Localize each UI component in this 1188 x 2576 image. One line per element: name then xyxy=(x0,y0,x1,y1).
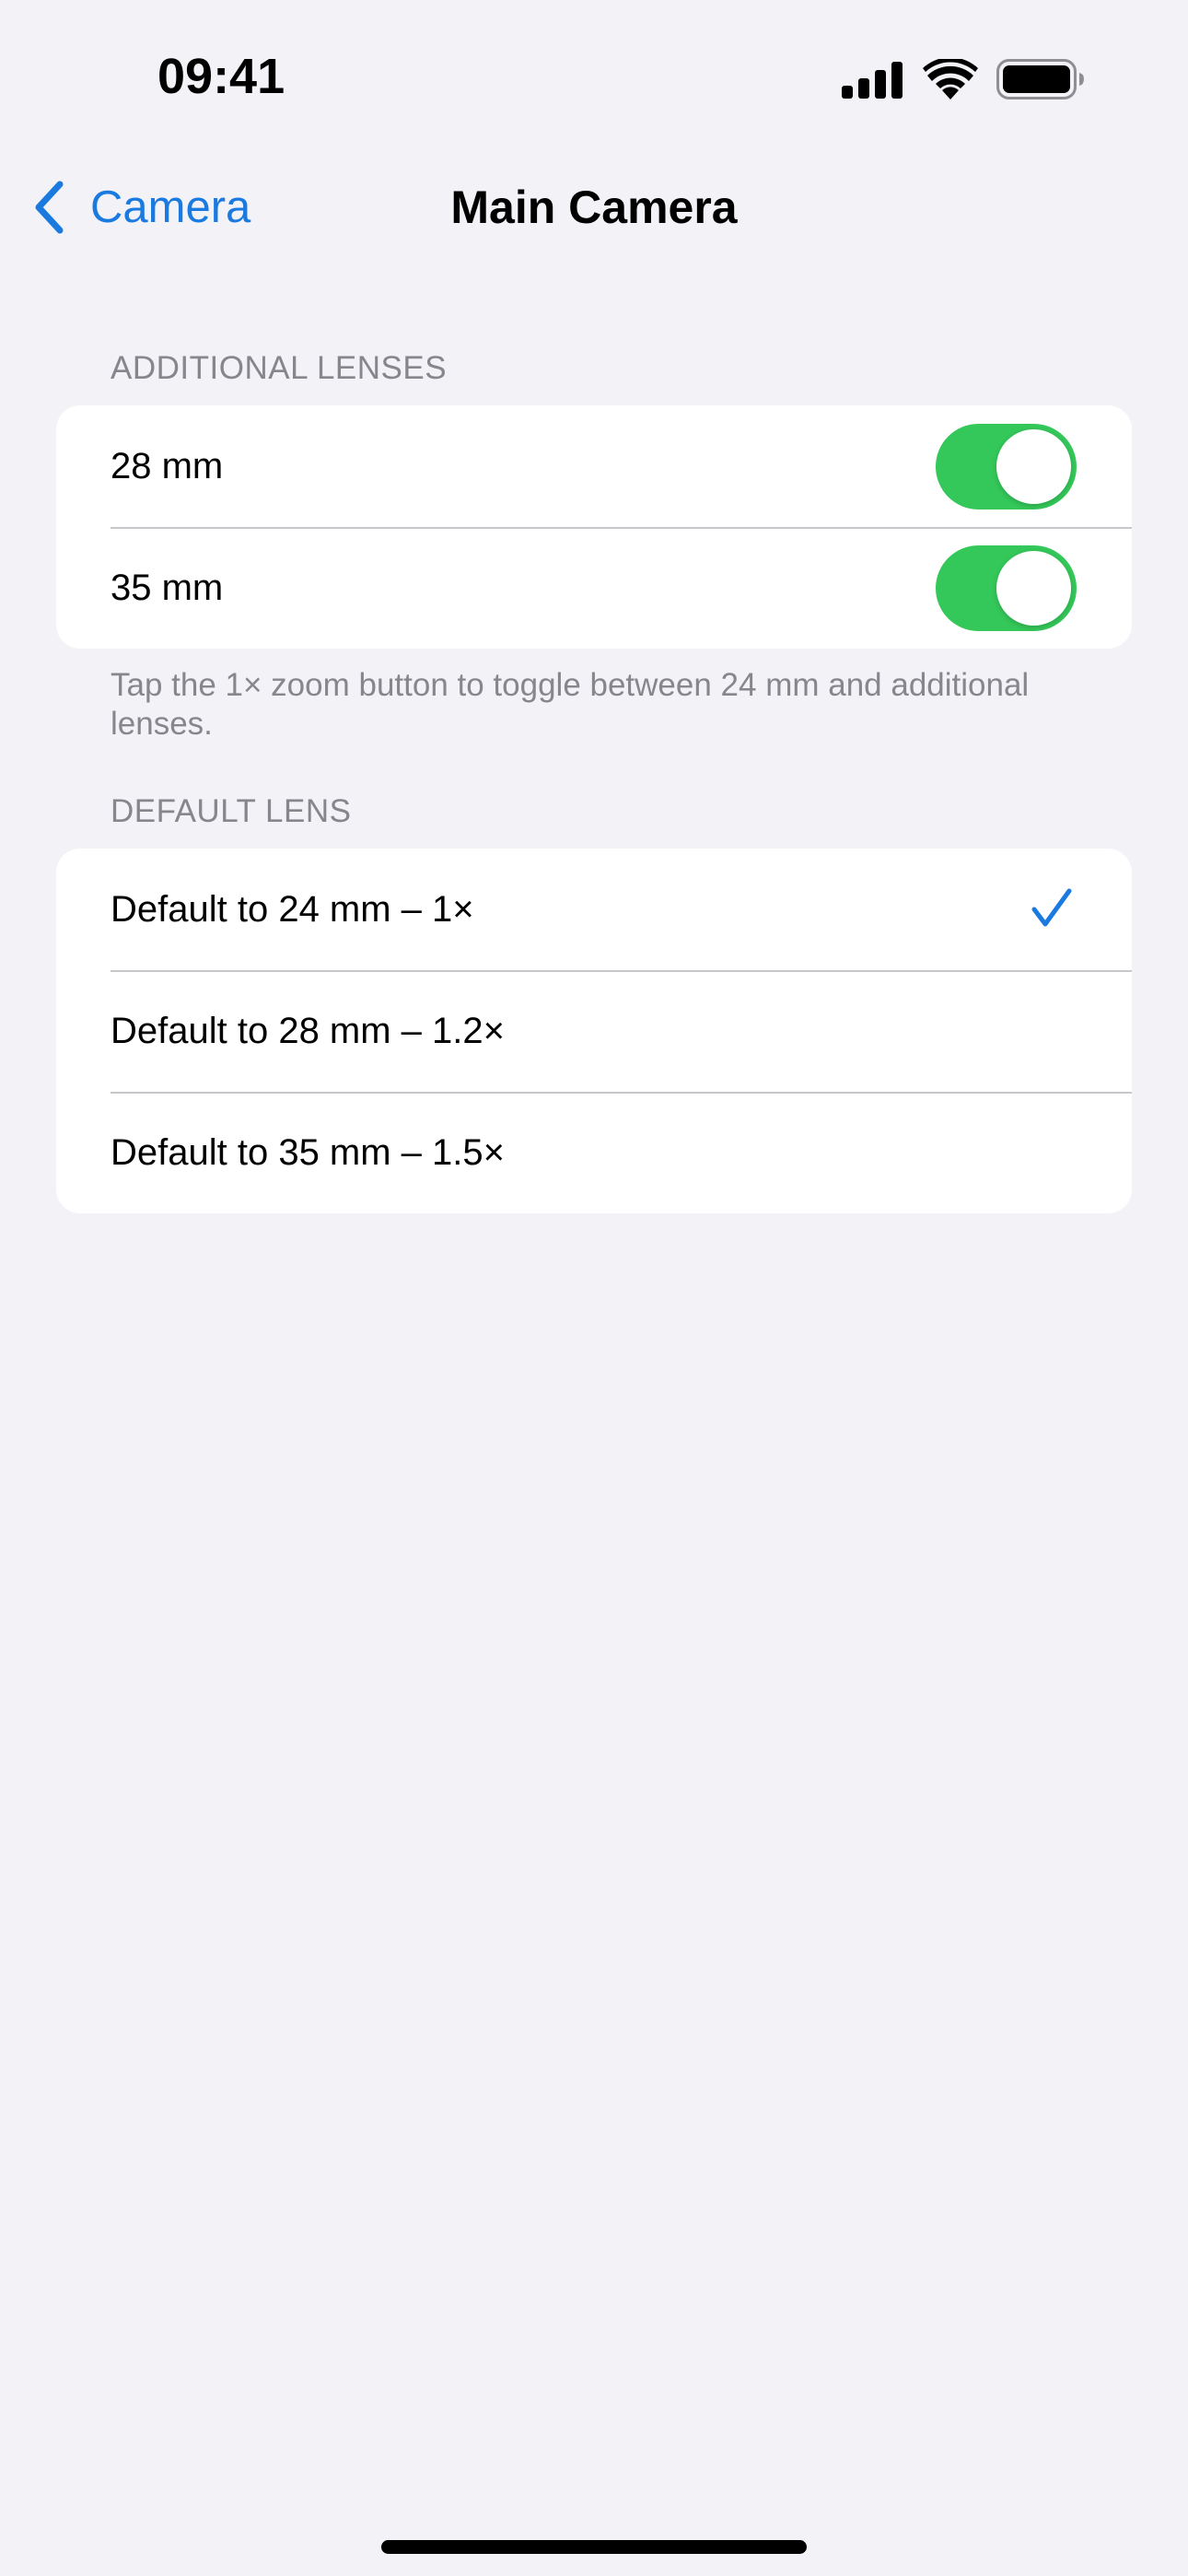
cellular-signal-icon xyxy=(842,62,903,99)
default-lens-option-24mm[interactable]: Default to 24 mm – 1× xyxy=(56,849,1132,970)
lens-row-35mm: 35 mm xyxy=(56,527,1132,649)
checkmark-icon xyxy=(1031,888,1072,927)
toggle-35mm[interactable] xyxy=(936,545,1077,631)
row-label: 28 mm xyxy=(111,445,224,486)
row-label: Default to 28 mm – 1.2× xyxy=(111,1010,506,1051)
status-time: 09:41 xyxy=(157,49,285,104)
additional-lenses-group: 28 mm 35 mm xyxy=(56,405,1132,649)
default-lens-option-35mm[interactable]: Default to 35 mm – 1.5× xyxy=(56,1092,1132,1213)
section-header-default-lens: DEFAULT LENS xyxy=(111,793,352,829)
lens-row-28mm: 28 mm xyxy=(56,405,1132,527)
default-lens-option-28mm[interactable]: Default to 28 mm – 1.2× xyxy=(56,970,1132,1092)
battery-icon xyxy=(996,59,1084,100)
toggle-knob xyxy=(996,551,1071,626)
wifi-icon xyxy=(923,59,978,100)
row-label: Default to 24 mm – 1× xyxy=(111,888,474,930)
toggle-knob xyxy=(996,429,1071,504)
toggle-28mm[interactable] xyxy=(936,424,1077,509)
status-bar: 09:41 xyxy=(0,0,1188,157)
status-icons xyxy=(842,59,1085,100)
row-label: Default to 35 mm – 1.5× xyxy=(111,1131,506,1173)
additional-lenses-footer: Tap the 1× zoom button to toggle between… xyxy=(111,667,1030,742)
home-indicator[interactable] xyxy=(381,2540,807,2554)
page-title: Main Camera xyxy=(450,181,738,233)
default-lens-group: Default to 24 mm – 1× Default to 28 mm –… xyxy=(56,849,1132,1213)
navigation-bar: Camera Main Camera xyxy=(0,166,1188,249)
row-label: 35 mm xyxy=(111,567,224,608)
section-header-additional-lenses: ADDITIONAL LENSES xyxy=(111,350,448,386)
